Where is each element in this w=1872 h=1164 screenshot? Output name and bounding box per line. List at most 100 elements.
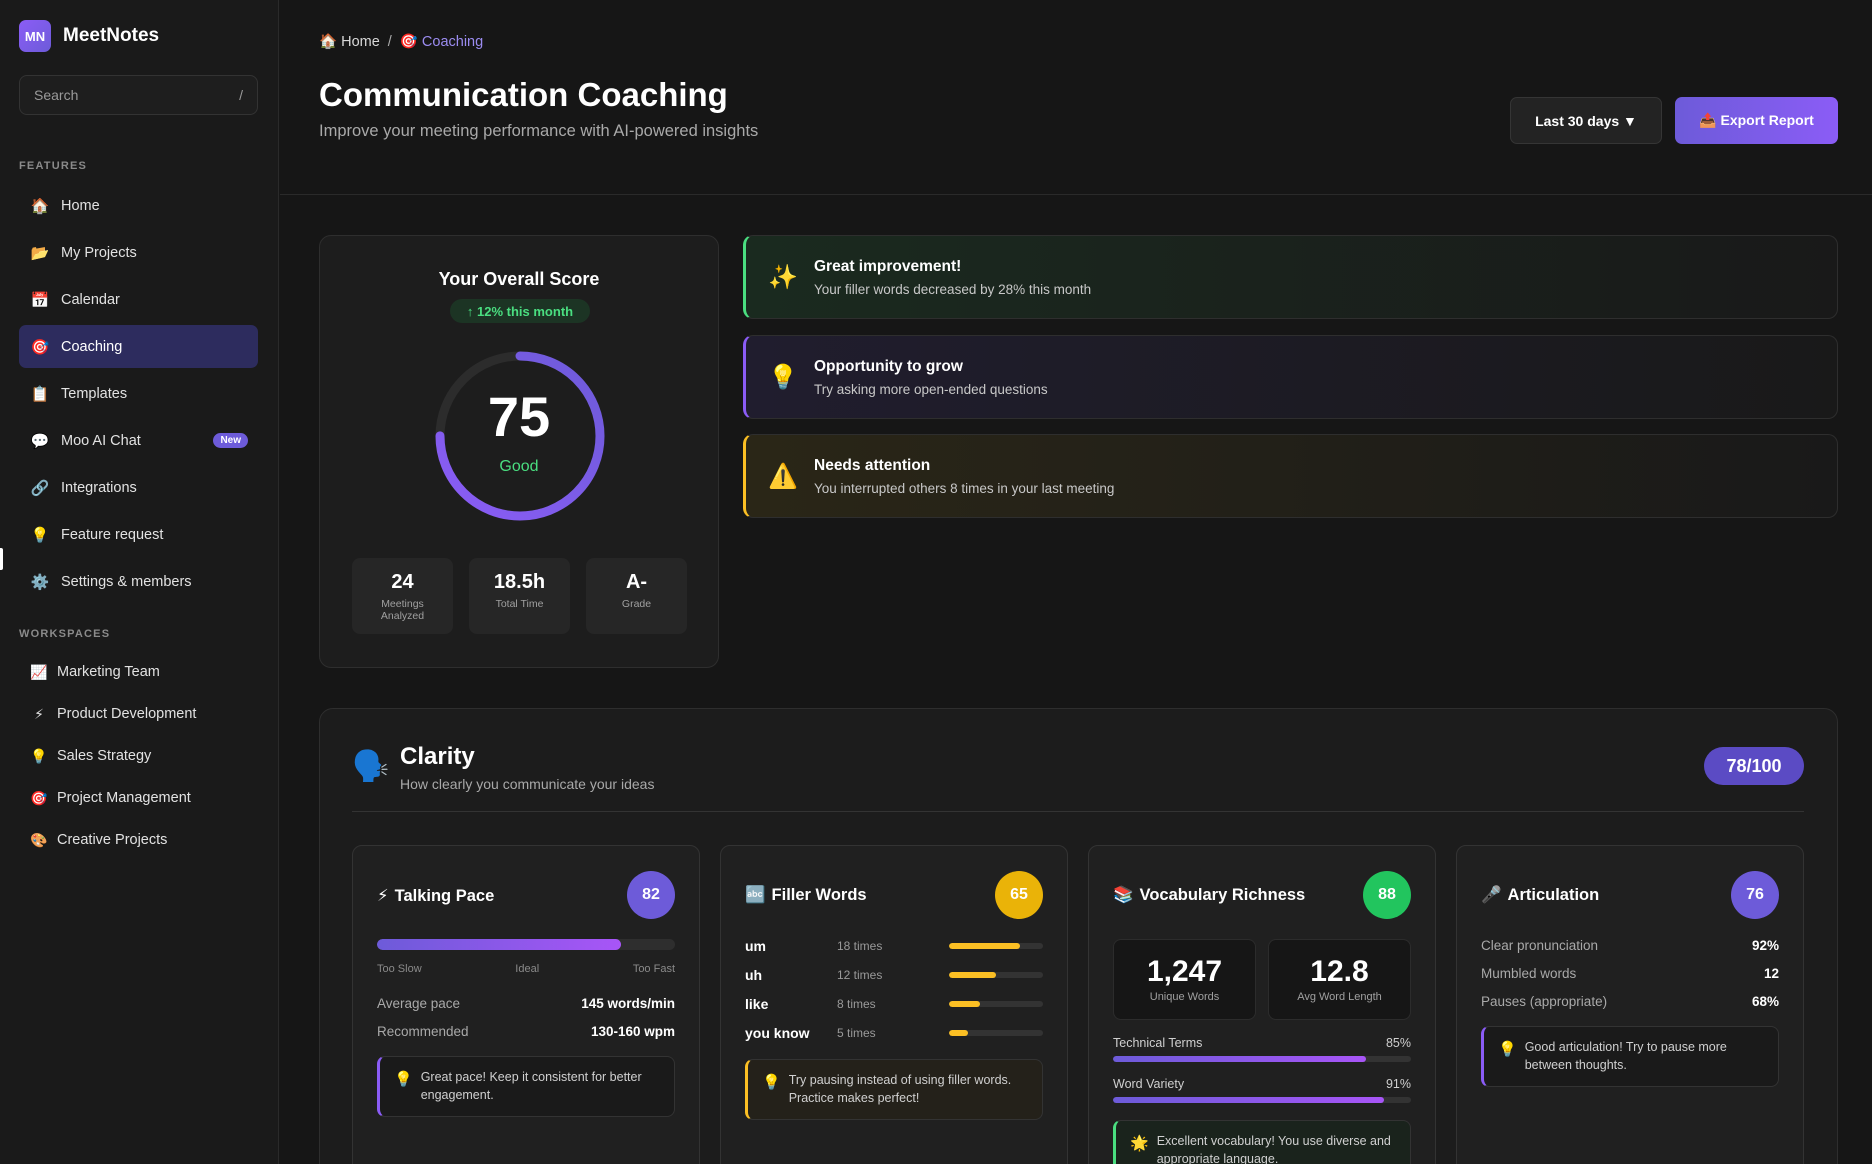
lightbulb-icon: 💡 — [768, 363, 798, 391]
abc-icon: 🔤 — [745, 886, 766, 904]
row-value: 145 words/min — [581, 996, 675, 1011]
bar-track — [1113, 1056, 1411, 1062]
export-report-button[interactable]: 📤 Export Report — [1675, 97, 1838, 144]
header-divider — [280, 194, 1872, 195]
pace-average-row: Average pace 145 words/min — [377, 996, 675, 1011]
sidebar-item-label: Feature request — [61, 526, 164, 543]
chat-bubble-icon: 💬 — [30, 432, 50, 450]
stat-label: Grade — [621, 598, 652, 610]
workspace-project-management[interactable]: 🎯 Project Management — [19, 777, 258, 819]
technical-terms-bar: Technical Terms 85% — [1113, 1036, 1411, 1062]
sidebar-item-label: Templates — [61, 385, 128, 402]
stat-label: Total Time — [495, 598, 544, 610]
insight-attention[interactable]: ⚠️ Needs attention You interrupted other… — [743, 434, 1838, 518]
sidebar-item-settings[interactable]: ⚙️ Settings & members — [19, 560, 258, 603]
filler-bar — [949, 972, 1043, 978]
tip-text: Good articulation! Try to pause more bet… — [1524, 1040, 1727, 1072]
filler-bar — [949, 943, 1043, 949]
books-icon: 📚 — [1113, 886, 1134, 904]
brand[interactable]: MN MeetNotes — [19, 20, 159, 52]
clipboard-icon: 📋 — [30, 385, 50, 403]
clarity-title: Clarity — [400, 743, 475, 770]
score-card-title: Your Overall Score — [438, 269, 600, 289]
star-icon: 🌟 — [1130, 1135, 1149, 1152]
vocab-label: Unique Words — [1149, 991, 1220, 1003]
pace-scale-ideal: Ideal — [515, 963, 540, 975]
row-label: Mumbled words — [1481, 966, 1577, 981]
brand-name: MeetNotes — [63, 25, 160, 46]
palette-icon: 🎨 — [30, 831, 48, 848]
workspace-marketing-team[interactable]: 📈 Marketing Team — [19, 651, 258, 693]
breadcrumb-home[interactable]: 🏠 Home — [319, 33, 380, 50]
sidebar-item-label: My Projects — [61, 244, 137, 261]
vocab-value: 1,247 — [1146, 955, 1223, 988]
sidebar-item-home[interactable]: 🏠 Home — [19, 184, 258, 227]
warning-icon: ⚠️ — [768, 462, 798, 490]
metric-title-label: Talking Pace — [394, 886, 495, 905]
vocab-label: Avg Word Length — [1297, 991, 1382, 1003]
tip-text: Excellent vocabulary! You use diverse an… — [1156, 1134, 1391, 1164]
filler-word: uh — [745, 967, 763, 983]
sidebar-item-moo-ai-chat[interactable]: 💬 Moo AI Chat New — [19, 419, 258, 462]
stat-total-time: 18.5h Total Time — [469, 558, 570, 634]
bar-track — [1113, 1097, 1411, 1103]
insight-text: Your filler words decreased by 28% this … — [814, 281, 1092, 297]
search-input[interactable] — [34, 87, 240, 103]
target-icon: 🎯 — [30, 338, 50, 356]
avg-word-length-box: 12.8 Avg Word Length — [1268, 939, 1411, 1020]
bar-value: 85% — [1385, 1036, 1411, 1050]
metric-score-badge: 82 — [627, 871, 675, 919]
lightning-icon: ⚡ — [377, 887, 389, 905]
workspace-label: Project Management — [57, 790, 191, 806]
search-box[interactable]: / — [19, 75, 258, 115]
stat-value: 18.5h — [493, 571, 546, 593]
sidebar-item-calendar[interactable]: 📅 Calendar — [19, 278, 258, 321]
sidebar-item-integrations[interactable]: 🔗 Integrations — [19, 466, 258, 509]
row-label: Pauses (appropriate) — [1481, 994, 1608, 1009]
score-trend-badge: ↑ 12% this month — [450, 299, 590, 323]
pace-recommended-row: Recommended 130-160 wpm — [377, 1024, 675, 1039]
sidebar-item-label: Home — [61, 197, 100, 214]
sidebar-item-label: Integrations — [61, 479, 137, 496]
sidebar-item-coaching[interactable]: 🎯 Coaching — [19, 325, 258, 368]
filler-count: 8 times — [837, 997, 876, 1011]
overall-score-value: 75 — [487, 385, 551, 448]
unique-words-box: 1,247 Unique Words — [1113, 939, 1256, 1020]
workspace-creative-projects[interactable]: 🎨 Creative Projects — [19, 819, 258, 861]
insight-text: You interrupted others 8 times in your l… — [814, 480, 1115, 496]
insight-text: Try asking more open-ended questions — [814, 381, 1048, 397]
date-range-dropdown[interactable]: Last 30 days ▼ — [1510, 97, 1662, 144]
bar-fill — [1113, 1056, 1367, 1062]
lightbulb-icon: 💡 — [30, 747, 48, 764]
sidebar-resize-handle[interactable] — [0, 548, 3, 570]
sidebar-item-label: Settings & members — [61, 573, 192, 590]
articulation-row: Pauses (appropriate) 68% — [1481, 994, 1779, 1009]
sidebar-item-my-projects[interactable]: 📂 My Projects — [19, 231, 258, 274]
workspace-product-development[interactable]: ⚡ Product Development — [19, 693, 258, 735]
features-label: FEATURES — [19, 160, 88, 172]
workspace-label: Sales Strategy — [57, 748, 152, 764]
insight-opportunity[interactable]: 💡 Opportunity to grow Try asking more op… — [743, 335, 1838, 419]
insight-improvement[interactable]: ✨ Great improvement! Your filler words d… — [743, 235, 1838, 319]
workspace-sales-strategy[interactable]: 💡 Sales Strategy — [19, 735, 258, 777]
bar-label: Word Variety — [1113, 1077, 1185, 1091]
metric-score-badge: 65 — [995, 871, 1043, 919]
row-label: Clear pronunciation — [1481, 938, 1599, 953]
vocab-value: 12.8 — [1310, 955, 1369, 988]
stat-value: A- — [625, 571, 648, 593]
vocabulary-card: 📚 Vocabulary Richness 88 1,247 Unique Wo… — [1088, 845, 1436, 1164]
chart-up-icon: 📈 — [30, 663, 48, 680]
articulation-row: Clear pronunciation 92% — [1481, 938, 1779, 953]
filler-tip: 💡 Try pausing instead of using filler wo… — [745, 1059, 1043, 1120]
pace-bar-fill — [377, 939, 622, 950]
folder-icon: 📂 — [30, 244, 50, 262]
metric-title-label: Filler Words — [771, 886, 867, 904]
workspaces-list: 📈 Marketing Team ⚡ Product Development 💡… — [19, 651, 258, 861]
page-title: Communication Coaching — [319, 76, 728, 113]
metric-title: 📚 Vocabulary Richness — [1113, 886, 1305, 905]
sidebar-item-templates[interactable]: 📋 Templates — [19, 372, 258, 415]
stat-value: 24 — [391, 571, 414, 593]
target-icon: 🎯 — [399, 34, 418, 50]
sidebar-item-feature-request[interactable]: 💡 Feature request — [19, 513, 258, 556]
sidebar: MN MeetNotes / FEATURES 🏠 Home 📂 My Proj… — [0, 0, 279, 1164]
